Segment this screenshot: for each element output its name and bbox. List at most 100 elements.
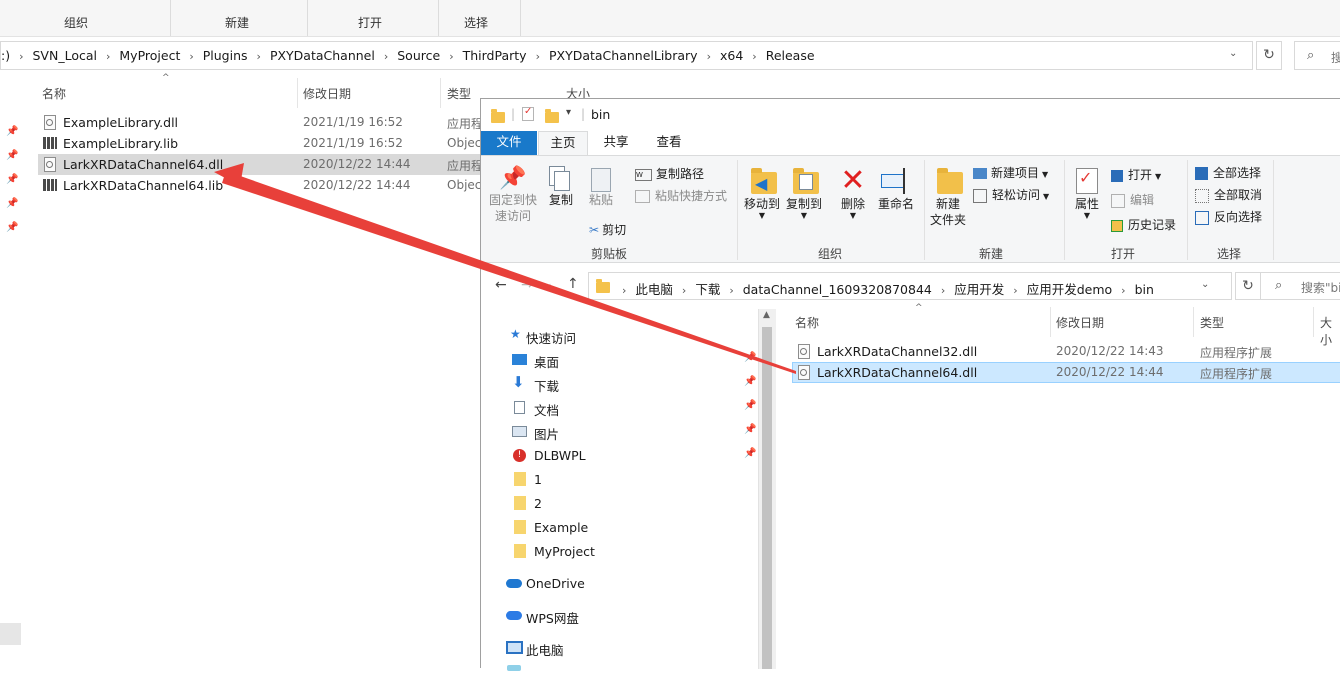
tab-file[interactable]: 文件 — [481, 131, 537, 155]
breadcrumb-item[interactable]: 应用开发demo — [1027, 279, 1112, 298]
chevron-right-icon[interactable]: › — [622, 284, 626, 297]
pin-icon[interactable]: 📌 — [744, 352, 756, 363]
rename-button[interactable]: 重命名 — [875, 166, 917, 212]
tab-view[interactable]: 查看 — [644, 131, 694, 155]
address-dropdown-icon[interactable]: ⌄ — [1229, 48, 1237, 59]
paste-shortcut-button[interactable]: 粘贴快捷方式 — [635, 187, 727, 204]
chevron-right-icon[interactable]: › — [257, 50, 261, 63]
pin-icon[interactable]: 📌 — [6, 174, 18, 185]
copy-button[interactable]: 复制 — [543, 166, 579, 208]
search-input[interactable]: ⌕ 搜索"bi — [1260, 272, 1340, 300]
copy-to-button[interactable]: 复制到 ▼ — [783, 166, 825, 220]
breadcrumb-item[interactable]: dataChannel_1609320870844 — [743, 282, 932, 297]
new-item-button[interactable]: 新建项目 ▼ — [973, 164, 1048, 181]
new-folder-button[interactable]: 新建 文件夹 — [927, 166, 969, 228]
customize-toolbar-icon[interactable]: ▾ — [566, 107, 571, 118]
breadcrumb-item[interactable]: PXYDataChannel — [270, 48, 375, 63]
new-folder-quick-icon[interactable] — [545, 109, 559, 123]
nav-pane-scrollbar[interactable]: ▲ — [758, 309, 776, 669]
delete-button[interactable]: ✕ 删除 ▼ — [833, 166, 873, 220]
back-arrow-icon[interactable]: ← — [495, 277, 507, 293]
pin-icon[interactable]: 📌 — [6, 222, 18, 233]
easy-access-button[interactable]: 轻松访问 ▼ — [973, 186, 1049, 203]
file-row[interactable]: ExampleLibrary.lib 2021/1/19 16:52 Objec — [38, 133, 481, 154]
breadcrumb-item[interactable]: :) — [1, 48, 10, 63]
properties-quick-icon[interactable]: ✓ — [522, 106, 534, 121]
breadcrumb-item[interactable]: 下载 — [695, 279, 720, 298]
scrollbar-thumb[interactable] — [762, 327, 772, 669]
copy-path-button[interactable]: W 复制路径 — [635, 165, 704, 182]
chevron-right-icon[interactable]: › — [19, 50, 23, 63]
chevron-right-icon[interactable]: › — [941, 284, 945, 297]
chevron-right-icon[interactable]: › — [1013, 284, 1017, 297]
tab-share[interactable]: 共享 — [591, 131, 641, 155]
breadcrumb-item[interactable]: Plugins — [203, 48, 248, 63]
breadcrumb-item[interactable]: PXYDataChannelLibrary — [549, 48, 698, 63]
column-header-name[interactable]: 名称 — [795, 314, 819, 331]
column-header-type[interactable]: 类型 — [447, 85, 471, 102]
back-address-bar[interactable]: :) › SVN_Local › MyProject › Plugins › PXYDataCh… — [0, 41, 1253, 70]
select-none-button[interactable]: 全部取消 — [1195, 186, 1262, 203]
pin-icon[interactable]: 📌 — [6, 150, 18, 161]
pin-icon[interactable]: 📌 — [744, 376, 756, 387]
chevron-right-icon[interactable]: › — [384, 50, 388, 63]
paste-button[interactable]: 粘贴 — [583, 166, 619, 208]
pin-icon[interactable]: 📌 — [744, 400, 756, 411]
breadcrumb-item[interactable]: Release — [766, 48, 815, 63]
nav-pane-scrollbar[interactable] — [0, 623, 21, 645]
chevron-right-icon[interactable]: › — [536, 50, 540, 63]
breadcrumb-item[interactable]: bin — [1135, 282, 1154, 297]
cut-button[interactable]: ✂ 剪切 — [589, 221, 626, 238]
open-button[interactable]: 打开 ▼ — [1111, 166, 1161, 183]
column-separator[interactable] — [1050, 307, 1051, 337]
column-separator[interactable] — [440, 78, 441, 108]
refresh-button[interactable]: ↻ — [1235, 272, 1261, 300]
breadcrumb-item[interactable]: 应用开发 — [954, 279, 1004, 298]
breadcrumb-item[interactable]: 此电脑 — [635, 279, 673, 298]
chevron-right-icon[interactable]: › — [729, 284, 733, 297]
chevron-right-icon[interactable]: › — [189, 50, 193, 63]
column-header-date[interactable]: 修改日期 — [1056, 314, 1104, 331]
file-row-selected[interactable]: LarkXRDataChannel64.dll 2020/12/22 14:44… — [792, 362, 1340, 383]
chevron-right-icon[interactable]: › — [752, 50, 756, 63]
chevron-right-icon[interactable]: › — [1121, 284, 1125, 297]
select-all-button[interactable]: 全部选择 — [1195, 164, 1261, 181]
history-button[interactable]: 历史记录 — [1111, 216, 1176, 233]
breadcrumb-item[interactable]: MyProject — [119, 48, 180, 63]
column-separator[interactable] — [1193, 307, 1194, 337]
breadcrumb-item[interactable]: SVN_Local — [33, 48, 97, 63]
chevron-right-icon[interactable]: › — [707, 50, 711, 63]
pin-to-quick-access-button[interactable]: 📌 固定到快 速访问 — [485, 166, 541, 224]
breadcrumb-item[interactable]: Source — [397, 48, 440, 63]
column-separator[interactable] — [1313, 307, 1314, 337]
up-arrow-icon[interactable]: ↑ — [567, 276, 579, 292]
column-header-name[interactable]: 名称 — [42, 85, 66, 102]
column-header-type[interactable]: 类型 — [1200, 314, 1224, 331]
address-dropdown-icon[interactable]: ⌄ — [1201, 279, 1209, 290]
forward-arrow-icon[interactable]: → — [521, 277, 533, 293]
breadcrumb-item[interactable]: ThirdParty — [463, 48, 527, 63]
file-row-selected[interactable]: LarkXRDataChannel64.dll 2020/12/22 14:44… — [38, 154, 483, 175]
file-row[interactable]: ExampleLibrary.dll 2021/1/19 16:52 应用程 — [38, 112, 483, 133]
chevron-right-icon[interactable]: › — [449, 50, 453, 63]
column-header-date[interactable]: 修改日期 — [303, 85, 351, 102]
pin-icon[interactable]: 📌 — [744, 448, 756, 459]
refresh-button[interactable]: ↻ — [1256, 41, 1282, 70]
search-input[interactable]: ⌕ 搜 — [1294, 41, 1340, 70]
pin-icon[interactable]: 📌 — [6, 126, 18, 137]
breadcrumb-item[interactable]: x64 — [720, 48, 743, 63]
chevron-right-icon[interactable]: › — [106, 50, 110, 63]
address-bar[interactable]: › 此电脑 › 下载 › dataChannel_1609320870844 › 应用开发 › 应… — [588, 272, 1232, 300]
folder-icon[interactable] — [491, 109, 505, 123]
pin-icon[interactable]: 📌 — [6, 198, 18, 209]
edit-button[interactable]: 编辑 — [1111, 191, 1154, 208]
file-row[interactable]: LarkXRDataChannel64.lib 2020/12/22 14:44… — [38, 175, 481, 196]
chevron-right-icon[interactable]: › — [682, 284, 686, 297]
recent-locations-icon[interactable]: ⌄ — [545, 279, 553, 289]
file-row[interactable]: LarkXRDataChannel32.dll 2020/12/22 14:43… — [792, 341, 1340, 362]
column-separator[interactable] — [297, 78, 298, 108]
scroll-up-icon[interactable]: ▲ — [763, 310, 770, 320]
properties-button[interactable]: ✓ 属性 ▼ — [1069, 166, 1105, 220]
pin-icon[interactable]: 📌 — [744, 424, 756, 435]
move-to-button[interactable]: ◀ 移动到 ▼ — [741, 166, 783, 220]
